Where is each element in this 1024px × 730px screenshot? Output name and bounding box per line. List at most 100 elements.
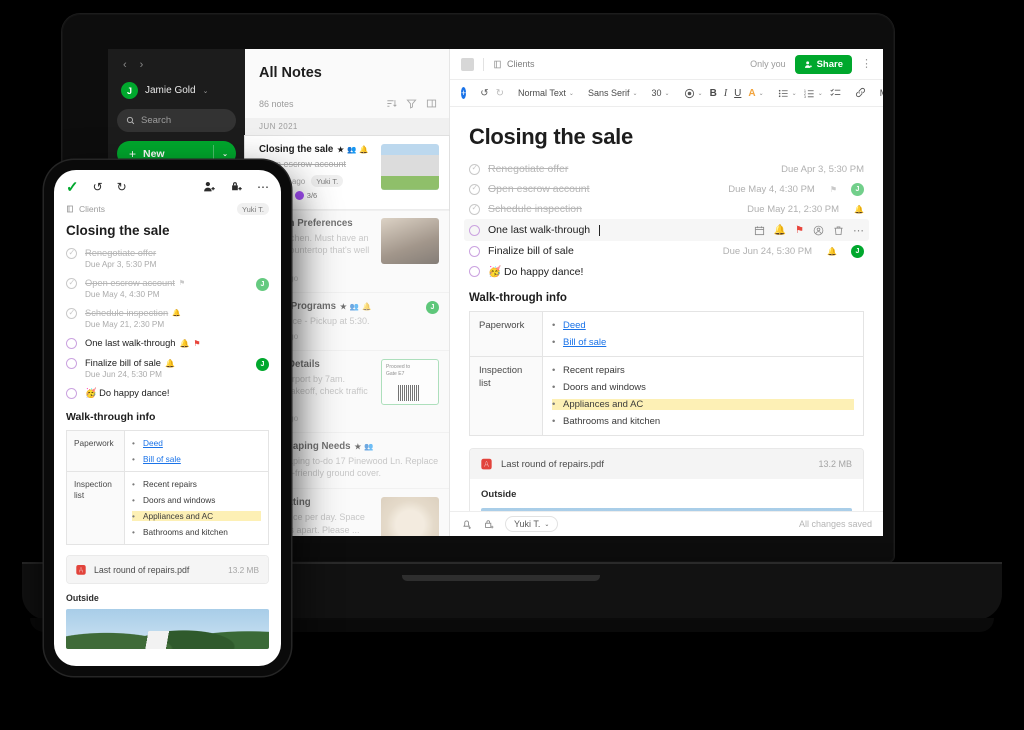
attachment-card[interactable]: 🅰 Last round of repairs.pdf 13.2 MB Outs… — [469, 448, 864, 511]
nav-forward-button[interactable]: › — [140, 60, 144, 71]
task-row[interactable]: 🥳 Do happy dance! — [469, 261, 864, 281]
underline-button[interactable]: U — [734, 88, 741, 99]
redo-icon[interactable]: ↻ — [496, 88, 504, 99]
phone-attachment-card[interactable]: 🅰 Last round of repairs.pdf 13.2 MB — [66, 555, 269, 584]
task-row-active[interactable]: One last walk-through 🔔 ⚑ ⋯ — [464, 219, 869, 241]
link-deed[interactable]: Deed — [563, 320, 586, 331]
lock-add-icon[interactable] — [230, 180, 243, 193]
checkbox-unchecked[interactable] — [66, 358, 77, 369]
phone-page-title[interactable]: Closing the sale — [54, 219, 281, 248]
task-due: Due Apr 3, 5:30 PM — [781, 163, 864, 175]
task-row[interactable]: Open escrow account ⚑ Due May 4, 4:30 PM… — [54, 278, 281, 308]
bullet-list-button[interactable]: ⌄ — [778, 88, 797, 99]
highlight-button[interactable]: A ⌄ — [748, 88, 763, 99]
done-button[interactable]: ✓ — [66, 178, 79, 196]
task-row[interactable]: Open escrow account Due May 4, 4:30 PM ⚑… — [469, 179, 864, 199]
list-item: Bathrooms and kitchen — [552, 416, 854, 427]
checkbox-unchecked[interactable] — [66, 388, 77, 399]
numbered-list-button[interactable]: 1 2 3 ⌄ — [804, 88, 823, 99]
breadcrumb[interactable]: Clients — [493, 59, 535, 69]
checklist-button[interactable] — [830, 87, 841, 100]
sort-icon[interactable] — [386, 98, 397, 109]
font-family-select[interactable]: Sans Serif ⌄ — [588, 88, 638, 98]
checkbox-checked[interactable] — [66, 308, 77, 319]
checkbox-checked[interactable] — [66, 278, 77, 289]
save-status: All changes saved — [798, 519, 872, 529]
more-toolbar-button[interactable]: More ⌄ — [880, 88, 883, 98]
chevron-down-icon[interactable]: ⌄ — [222, 150, 228, 158]
list-item: Deed — [132, 438, 261, 448]
more-icon[interactable]: ⋯ — [257, 180, 269, 194]
more-icon[interactable]: ⋯ — [853, 224, 864, 237]
task-row[interactable]: Renegotiate offer Due Apr 3, 5:30 PM — [54, 248, 281, 278]
table-row-label: Inspection list — [66, 471, 125, 545]
list-item-label: Bathrooms and kitchen — [563, 416, 661, 427]
italic-button[interactable]: I — [724, 88, 727, 99]
more-options-icon[interactable]: ⋮ — [861, 58, 872, 70]
footer-user-chip[interactable]: Yuki T. ⌄ — [505, 516, 559, 532]
phone-breadcrumb[interactable]: Clients Yuki T. — [54, 203, 281, 219]
checkbox-unchecked[interactable] — [469, 245, 480, 257]
task-progress-icon — [294, 191, 304, 201]
chevron-down-icon: ⌄ — [632, 90, 638, 97]
notebook-icon[interactable] — [461, 57, 474, 71]
plus-icon: + — [129, 146, 137, 161]
notes-section-label: JUN 2021 — [245, 118, 449, 136]
task-row[interactable]: Finalize bill of sale Due Jun 24, 5:30 P… — [469, 241, 864, 261]
checkbox-checked[interactable] — [469, 163, 480, 175]
nav-back-button[interactable]: ‹ — [123, 60, 127, 71]
task-due: Due Jun 24, 5:30 PM — [85, 370, 162, 379]
checkbox-checked[interactable] — [469, 183, 480, 195]
attachment-header: 🅰 Last round of repairs.pdf 13.2 MB — [470, 449, 863, 479]
task-row[interactable]: Renegotiate offer Due Apr 3, 5:30 PM — [469, 159, 864, 179]
link-bill-of-sale[interactable]: Bill of sale — [143, 454, 181, 464]
undo-icon[interactable]: ↺ — [480, 88, 488, 99]
checkbox-checked[interactable] — [66, 248, 77, 259]
filter-icon[interactable] — [406, 98, 417, 109]
checkbox-unchecked[interactable] — [469, 265, 480, 277]
account-switcher[interactable]: J Jamie Gold ⌄ — [117, 80, 236, 109]
breadcrumb-label: Clients — [507, 59, 535, 69]
redo-icon[interactable]: ↻ — [117, 180, 127, 194]
task-row[interactable]: Finalize bill of sale 🔔 Due Jun 24, 5:30… — [54, 358, 281, 388]
task-row[interactable]: 🥳 Do happy dance! — [54, 388, 281, 408]
ticket-line-2: Gate E7 — [386, 371, 405, 378]
table-row-content: Deed Bill of sale — [124, 430, 269, 472]
flag-icon[interactable]: ⚑ — [795, 225, 804, 236]
bold-button[interactable]: B — [710, 88, 717, 99]
font-size-value: 30 — [651, 88, 662, 98]
task-due: Due May 4, 4:30 PM — [85, 290, 160, 299]
page-title[interactable]: Closing the sale — [469, 124, 864, 150]
task-row[interactable]: One last walk-through 🔔 ⚑ — [54, 338, 281, 358]
person-add-icon[interactable] — [203, 180, 216, 193]
text-color-button[interactable]: ⌄ — [684, 88, 703, 99]
insert-icon[interactable]: + — [461, 87, 467, 99]
flag-icon: ⚑ — [829, 184, 837, 194]
paragraph-style-select[interactable]: Normal Text ⌄ — [518, 88, 574, 98]
chevron-down-icon: ⌄ — [697, 90, 703, 97]
list-item: Bathrooms and kitchen — [132, 527, 261, 537]
checkbox-checked[interactable] — [469, 203, 480, 215]
task-action-bar: 🔔 ⚑ ⋯ — [754, 224, 864, 237]
task-row[interactable]: Schedule inspection 🔔 Due May 21, 2:30 P… — [54, 308, 281, 338]
trash-icon[interactable] — [833, 225, 844, 236]
link-deed[interactable]: Deed — [143, 438, 163, 448]
calendar-icon[interactable] — [754, 225, 765, 236]
layout-icon[interactable] — [426, 98, 437, 109]
share-button[interactable]: Share — [794, 54, 852, 74]
search-input[interactable]: Search — [117, 109, 236, 132]
new-note-label: New — [143, 147, 165, 160]
bullet-list-icon — [778, 89, 788, 97]
checkbox-unchecked[interactable] — [469, 224, 480, 236]
assign-icon[interactable] — [813, 225, 824, 236]
bell-icon[interactable]: 🔔 — [774, 225, 786, 236]
lock-add-icon[interactable] — [483, 518, 495, 530]
link-bill-of-sale[interactable]: Bill of sale — [563, 337, 606, 348]
checkbox-unchecked[interactable] — [66, 338, 77, 349]
flag-icon: ⚑ — [193, 338, 201, 348]
undo-icon[interactable]: ↺ — [93, 180, 103, 194]
task-row[interactable]: Schedule inspection Due May 21, 2:30 PM … — [469, 199, 864, 219]
bell-add-icon[interactable] — [461, 518, 473, 530]
font-size-select[interactable]: 30 ⌄ — [652, 88, 670, 98]
link-button[interactable] — [855, 87, 866, 100]
